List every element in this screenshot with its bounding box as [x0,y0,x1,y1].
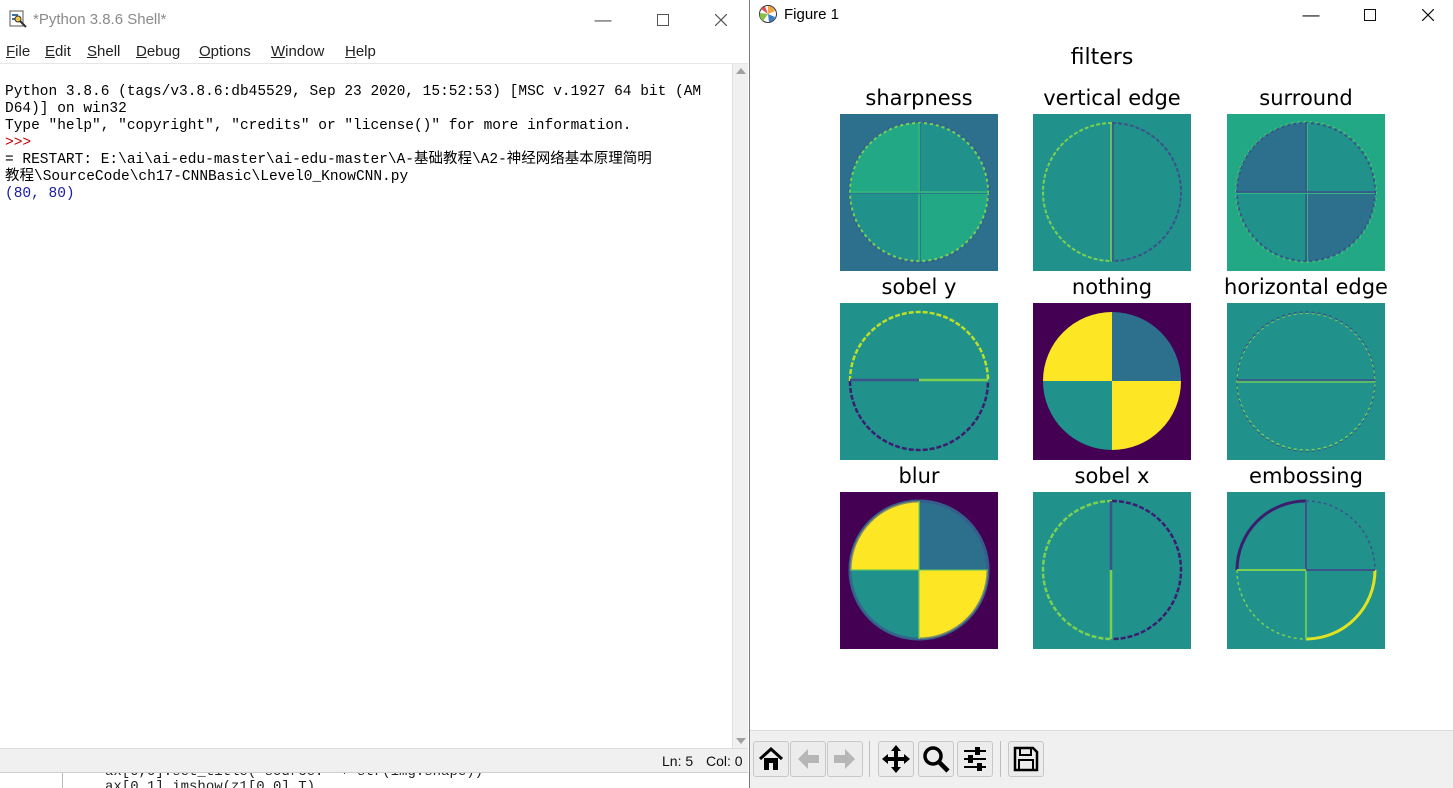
pan-button[interactable] [878,741,914,777]
maximize-icon [657,14,669,26]
minimize-icon: — [594,10,612,29]
menu-shell[interactable]: Shell [87,43,120,60]
status-column-number: Col: 0 [706,753,743,769]
shell-line-restart-path: 教程\SourceCode\ch17-CNNBasic\Level0_KnowC… [5,169,409,185]
status-line-number: Ln: 5 [662,753,694,769]
filter-image-surround [1227,114,1385,271]
figure-canvas[interactable]: filters sharpness vertical edge surround… [750,30,1453,730]
toolbar-separator [1000,741,1001,777]
forward-arrow-icon [834,749,855,769]
maximize-button[interactable] [634,0,692,40]
pan-move-icon [882,745,910,773]
filter-image-sharpness [840,114,998,271]
background-editor-window[interactable]: ax[0,0].set_title("source:" + str(img.sh… [0,772,748,788]
close-icon [1422,9,1434,21]
idle-python-icon [9,10,27,28]
figure-suptitle: filters [1070,45,1134,70]
menu-debug[interactable]: Debug [136,43,180,60]
matplotlib-logo-icon [759,5,777,23]
shell-line-version: Python 3.8.6 (tags/v3.8.6:db45529, Sep 2… [5,84,702,100]
shell-line-platform: D64)] on win32 [5,101,127,117]
menu-file[interactable]: File [6,43,30,60]
close-button[interactable] [692,0,750,40]
zoom-button[interactable] [918,741,954,777]
matplotlib-figure-window: Figure 1 — filters sharpness vertical ed… [749,0,1453,788]
shell-menubar: File Edit Shell Debug Options Window Hel… [0,40,748,64]
maximize-icon [1364,9,1376,21]
python-shell-window: *Python 3.8.6 Shell* — File Edit Shell D… [0,0,748,772]
toolbar-separator [869,741,870,777]
filter-image-embossing [1227,492,1385,649]
figure-navigation-toolbar [750,730,1453,788]
configure-subplots-icon [964,747,986,771]
shell-output-text[interactable]: Python 3.8.6 (tags/v3.8.6:db45529, Sep 2… [0,64,732,748]
figure-titlebar[interactable]: Figure 1 — [750,0,1453,30]
menu-options[interactable]: Options [199,43,251,60]
home-icon [758,746,784,770]
filter-image-nothing [1033,303,1191,460]
shell-titlebar[interactable]: *Python 3.8.6 Shell* — [0,0,748,40]
minimize-button[interactable]: — [574,0,632,40]
save-floppy-icon [1013,746,1039,772]
back-arrow-icon [798,749,819,769]
filter-image-sobel-y [840,303,998,460]
filter-image-blur [840,492,998,649]
close-icon [715,14,727,26]
subplot-title: embossing [1249,464,1363,488]
minimize-icon: — [1302,5,1320,24]
scroll-down-arrow-icon[interactable] [736,738,746,744]
subplot-title: surround [1259,86,1353,110]
menu-edit[interactable]: Edit [45,43,71,60]
shell-line-help: Type "help", "copyright", "credits" or "… [5,118,632,134]
figure-close-button[interactable] [1399,0,1453,30]
shell-vertical-scrollbar[interactable] [732,64,748,748]
background-editor-code: ax[0,0].set_title("source:" + str(img.sh… [105,772,484,788]
save-button[interactable] [1008,741,1044,777]
shell-line-output: (80, 80) [5,186,75,202]
menu-window[interactable]: Window [271,43,324,60]
filter-image-vertical-edge [1033,114,1191,271]
filter-image-sobel-x [1033,492,1191,649]
menu-help[interactable]: Help [345,43,376,60]
back-button[interactable] [790,741,826,777]
figure-minimize-button[interactable]: — [1282,0,1340,30]
configure-subplots-button[interactable] [957,741,993,777]
figure-maximize-button[interactable] [1341,0,1399,30]
shell-prompt: >>> [5,135,40,151]
forward-button[interactable] [827,741,863,777]
figure-window-title: Figure 1 [784,6,840,23]
home-button[interactable] [753,741,789,777]
filter-image-horizontal-edge [1227,303,1385,460]
zoom-magnifier-icon [923,746,950,773]
shell-statusbar: Ln: 5 Col: 0 [0,748,748,772]
shell-line-restart: = RESTART: E:\ai\ai-edu-master\ai-edu-ma… [5,152,652,168]
shell-window-title: *Python 3.8.6 Shell* [33,11,167,28]
scroll-up-arrow-icon[interactable] [736,68,746,74]
editor-gutter [62,773,63,788]
subplot-title: horizontal edge [1224,275,1388,299]
